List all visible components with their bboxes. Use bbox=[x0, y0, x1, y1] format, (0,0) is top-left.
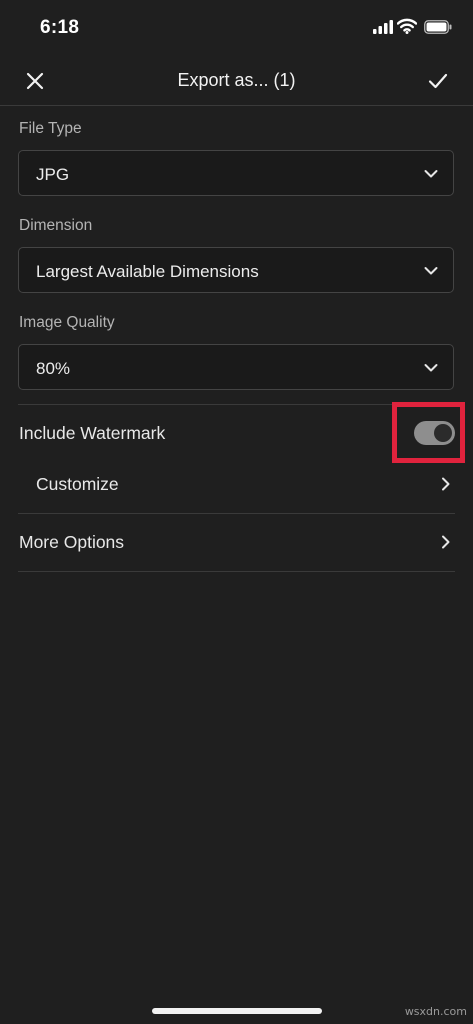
battery-icon bbox=[424, 20, 452, 34]
include-watermark-label: Include Watermark bbox=[19, 423, 166, 443]
chevron-right-icon[interactable] bbox=[440, 534, 452, 550]
checkmark-icon[interactable] bbox=[425, 68, 451, 94]
wifi-icon bbox=[397, 18, 417, 34]
toggle-knob bbox=[434, 424, 452, 442]
image-quality-label: Image Quality bbox=[19, 314, 115, 331]
status-bar: 6:18 bbox=[0, 0, 473, 56]
file-type-value: JPG bbox=[36, 165, 70, 184]
site-watermark: wsxdn.com bbox=[404, 1005, 467, 1018]
cellular-signal-icon bbox=[373, 20, 393, 34]
chevron-down-icon bbox=[424, 267, 438, 275]
nav-bar: Export as... (1) bbox=[0, 56, 473, 106]
file-type-select[interactable]: JPG bbox=[18, 150, 454, 196]
file-type-label: File Type bbox=[19, 120, 82, 137]
chevron-down-icon bbox=[424, 170, 438, 178]
divider bbox=[18, 513, 455, 514]
divider bbox=[18, 571, 455, 572]
dimension-label: Dimension bbox=[19, 217, 93, 234]
customize-row-label[interactable]: Customize bbox=[36, 474, 119, 495]
image-quality-value: 80% bbox=[36, 359, 71, 378]
home-indicator bbox=[152, 1008, 322, 1014]
export-screen: 6:18 Export as... (1) File Type JPG Dime… bbox=[0, 0, 473, 1024]
image-quality-select[interactable]: 80% bbox=[18, 344, 454, 390]
chevron-down-icon bbox=[424, 364, 438, 372]
chevron-right-icon[interactable] bbox=[440, 476, 452, 492]
dimension-select[interactable]: Largest Available Dimensions bbox=[18, 247, 454, 293]
dimension-value: Largest Available Dimensions bbox=[36, 262, 259, 281]
page-title: Export as... (1) bbox=[177, 70, 296, 90]
more-options-row-label[interactable]: More Options bbox=[19, 532, 124, 553]
include-watermark-toggle[interactable] bbox=[414, 421, 455, 445]
status-time: 6:18 bbox=[40, 17, 80, 38]
divider bbox=[18, 404, 455, 405]
